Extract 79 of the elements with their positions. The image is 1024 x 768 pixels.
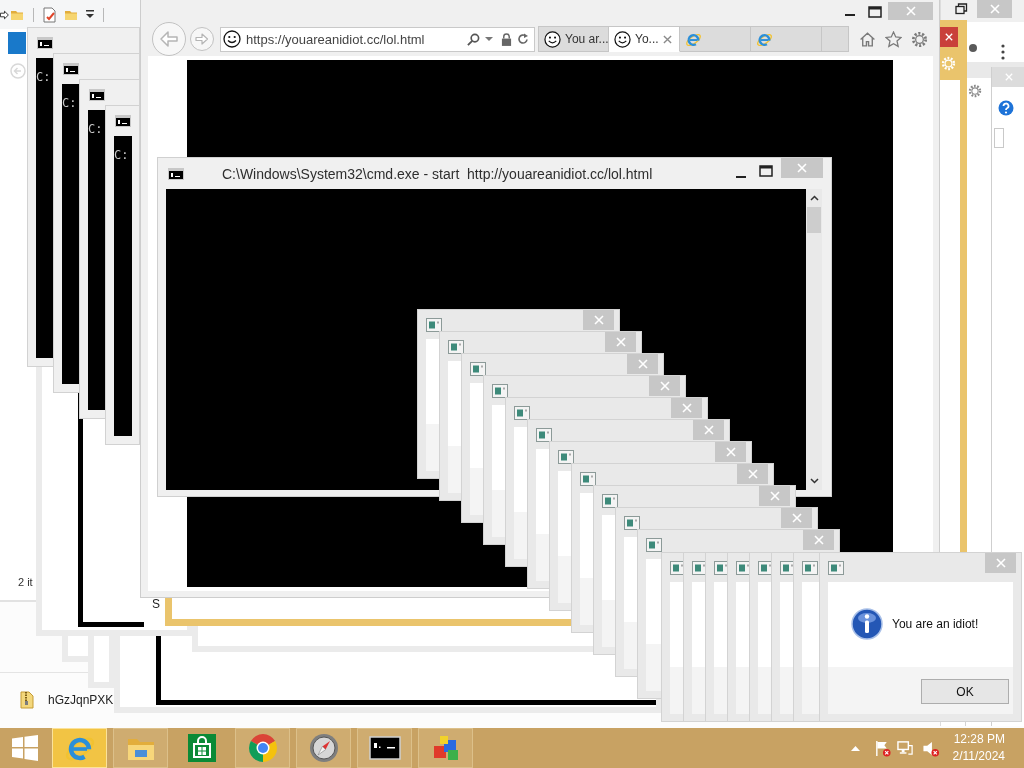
chevron-down-icon[interactable] <box>809 478 819 484</box>
maximize-icon[interactable] <box>759 164 773 177</box>
zip-folder-icon <box>20 691 34 709</box>
close-icon <box>1004 73 1013 81</box>
network-icon[interactable] <box>896 739 914 757</box>
flag-icon[interactable] <box>873 739 891 757</box>
document-check-icon[interactable] <box>43 6 56 23</box>
terminal-icon <box>168 167 184 180</box>
info-icon <box>851 608 883 640</box>
restore-icon[interactable] <box>955 3 968 15</box>
terminal-icon <box>63 63 79 75</box>
search-icon[interactable] <box>467 32 480 46</box>
compass-icon <box>307 732 340 764</box>
lock-icon[interactable] <box>501 32 512 46</box>
gear-icon[interactable] <box>968 84 982 98</box>
smiley-icon <box>614 30 631 48</box>
windows-logo-icon <box>12 735 38 761</box>
console-text: C: <box>36 58 54 358</box>
tab[interactable] <box>751 26 822 52</box>
back-icon[interactable] <box>10 63 26 79</box>
arrow-left-icon <box>159 29 179 49</box>
arrow-icon[interactable] <box>0 9 9 20</box>
address-field[interactable]: https://youareanidiot.cc/lol.html <box>220 26 535 52</box>
close-icon <box>905 6 916 16</box>
smiley-icon <box>544 30 561 48</box>
close-icon <box>637 359 648 369</box>
help-icon[interactable] <box>998 100 1014 116</box>
close-icon <box>813 535 824 545</box>
close-icon <box>945 33 953 41</box>
smiley-icon <box>223 30 241 48</box>
close-icon <box>747 469 758 479</box>
gear-icon[interactable] <box>911 30 928 48</box>
status-text: 2 it <box>18 576 33 588</box>
round-logo-icon <box>246 732 279 764</box>
close-icon[interactable] <box>663 34 672 44</box>
terminal-icon <box>37 37 53 49</box>
close-icon <box>725 447 736 457</box>
close-icon <box>995 558 1006 568</box>
arrow-right-icon <box>195 32 209 46</box>
window-title: C:\Windows\System32\cmd.exe - start http://youareanidiot.cc/lol.html <box>222 165 653 182</box>
close-icon <box>615 337 626 347</box>
shopping-bag-icon <box>185 732 218 764</box>
back-button[interactable] <box>152 22 186 56</box>
scroll-thumb[interactable] <box>807 207 821 233</box>
terminal-icon <box>89 89 105 101</box>
ok-button[interactable]: OK <box>921 679 1009 704</box>
close-icon <box>769 491 780 501</box>
terminal-icon <box>115 115 131 127</box>
chevron-up-icon[interactable] <box>809 195 819 201</box>
star-icon[interactable] <box>885 30 902 48</box>
close-icon <box>797 163 807 173</box>
close-icon <box>989 4 1000 14</box>
console-text: C: <box>88 110 106 410</box>
message-text: You are an idiot! <box>892 617 979 631</box>
maximize-icon[interactable] <box>868 6 882 18</box>
dot-icon <box>969 44 977 52</box>
speaker-icon[interactable] <box>921 739 940 757</box>
app-icon <box>828 561 844 575</box>
close-icon <box>659 381 670 391</box>
home-icon[interactable] <box>859 30 876 48</box>
close-icon <box>703 425 714 435</box>
close-icon <box>681 403 692 413</box>
tab[interactable]: You ar... <box>538 26 609 52</box>
tab[interactable] <box>680 26 751 52</box>
text-field[interactable] <box>994 128 1004 148</box>
window-text: S <box>152 597 160 611</box>
tab[interactable]: Yo... <box>609 26 680 52</box>
close-button[interactable] <box>940 27 958 47</box>
refresh-icon[interactable] <box>517 33 529 45</box>
caret-down-icon[interactable] <box>86 10 94 19</box>
forward-button[interactable] <box>190 27 214 51</box>
close-icon <box>593 315 604 325</box>
close-icon <box>791 513 802 523</box>
console-text: C: <box>114 136 132 436</box>
file-name[interactable]: hGzJqnPXK <box>48 693 114 707</box>
scrollbar[interactable] <box>806 189 822 490</box>
taskbar-button[interactable] <box>357 728 412 768</box>
console-text: C: <box>62 84 80 384</box>
more-icon[interactable] <box>1001 44 1005 60</box>
